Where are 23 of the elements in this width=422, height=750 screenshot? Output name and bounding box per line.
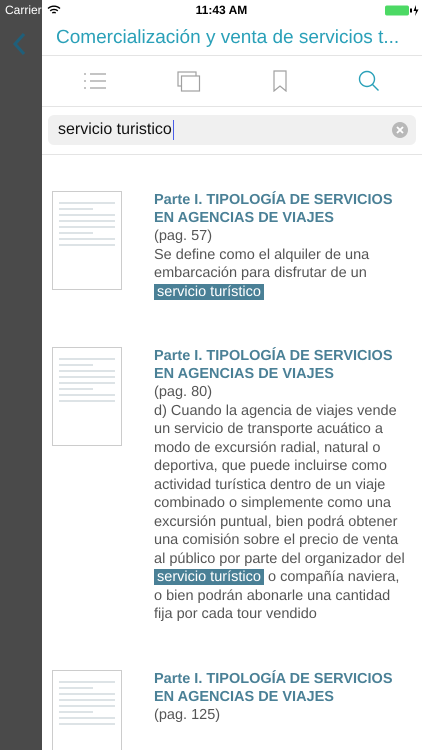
wifi-icon: [46, 5, 61, 15]
back-chevron-icon[interactable]: [12, 32, 26, 56]
result-excerpt: Se define como el alquiler de una embarcación para disfrutar de un servicio turístico: [154, 246, 370, 301]
status-time: 11:43 AM: [196, 3, 248, 17]
clear-icon[interactable]: [392, 122, 408, 138]
result-excerpt: d) Cuando la agencia de viajes vende un servicio de transporte acuático a modo de excursión radial, natural o deportiva, que puede incluirse como actividad turística dentro de un viaje combinado o simplemente como una excursión puntual, bien podrá obtener una comisión sobre el precio de venta al público por parte del organizador del servicio turístico o compañía naviera, o bien podrán abonarle una cantidad fija por cada tour vendido: [154, 402, 406, 624]
page-number: (pag. 125): [154, 706, 222, 724]
page-thumbnail[interactable]: [52, 191, 122, 290]
carrier-label: Carrier: [5, 3, 42, 17]
page-thumbnail[interactable]: [52, 347, 122, 446]
nav-title: Comercialización y venta de servicios t...: [56, 26, 400, 48]
list-icon: [84, 72, 106, 90]
search-icon: [358, 70, 380, 92]
bookmark-icon: [272, 70, 287, 92]
page-thumbnail[interactable]: [52, 670, 122, 750]
pages-icon: [177, 70, 202, 92]
result-title[interactable]: Parte I. TIPOLOGÍA DE SERVICIOS EN AGENCIAS DE VIAJES: [154, 670, 410, 706]
search-field[interactable]: servicio turistico: [48, 115, 416, 145]
result-title[interactable]: Parte I. TIPOLOGÍA DE SERVICIOS EN AGENCIAS DE VIAJES: [154, 347, 410, 383]
page-number: (pag. 80): [154, 383, 214, 402]
page-number: (pag. 57): [154, 227, 214, 246]
battery-icon: [385, 4, 419, 16]
result-title[interactable]: Parte I. TIPOLOGÍA DE SERVICIOS EN AGENCIAS DE VIAJES: [154, 191, 410, 227]
